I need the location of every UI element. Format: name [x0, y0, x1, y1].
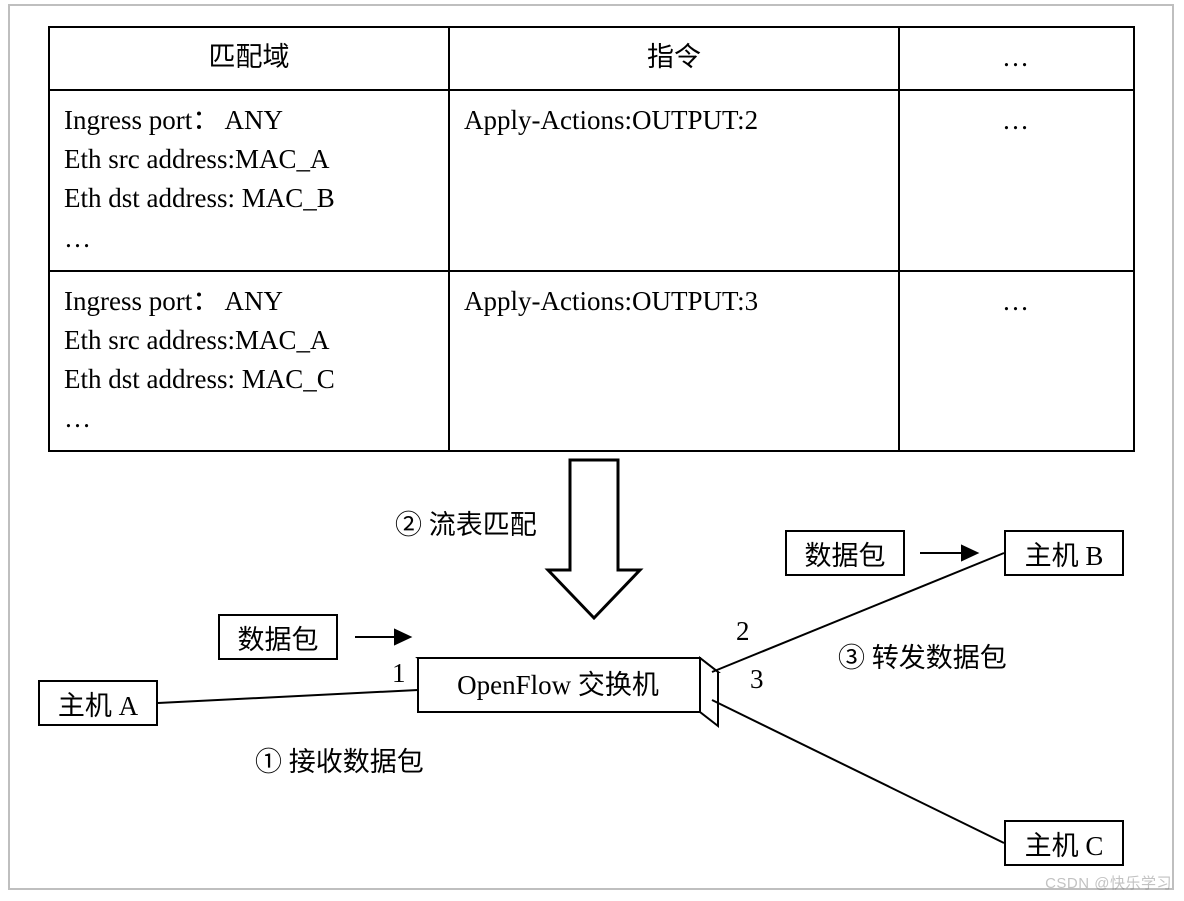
link-a-switch — [158, 690, 418, 703]
packet1-arrow-icon — [355, 630, 410, 644]
link-switch-b — [712, 553, 1004, 672]
big-down-arrow — [548, 460, 640, 618]
link-switch-c — [712, 700, 1004, 843]
watermark: CSDN @快乐学习 — [1045, 872, 1172, 893]
diagram-svg-layer: OpenFlow 交换机 — [0, 0, 1184, 901]
openflow-switch-text: OpenFlow 交换机 — [457, 670, 659, 700]
packet2-arrow-icon — [920, 546, 977, 560]
